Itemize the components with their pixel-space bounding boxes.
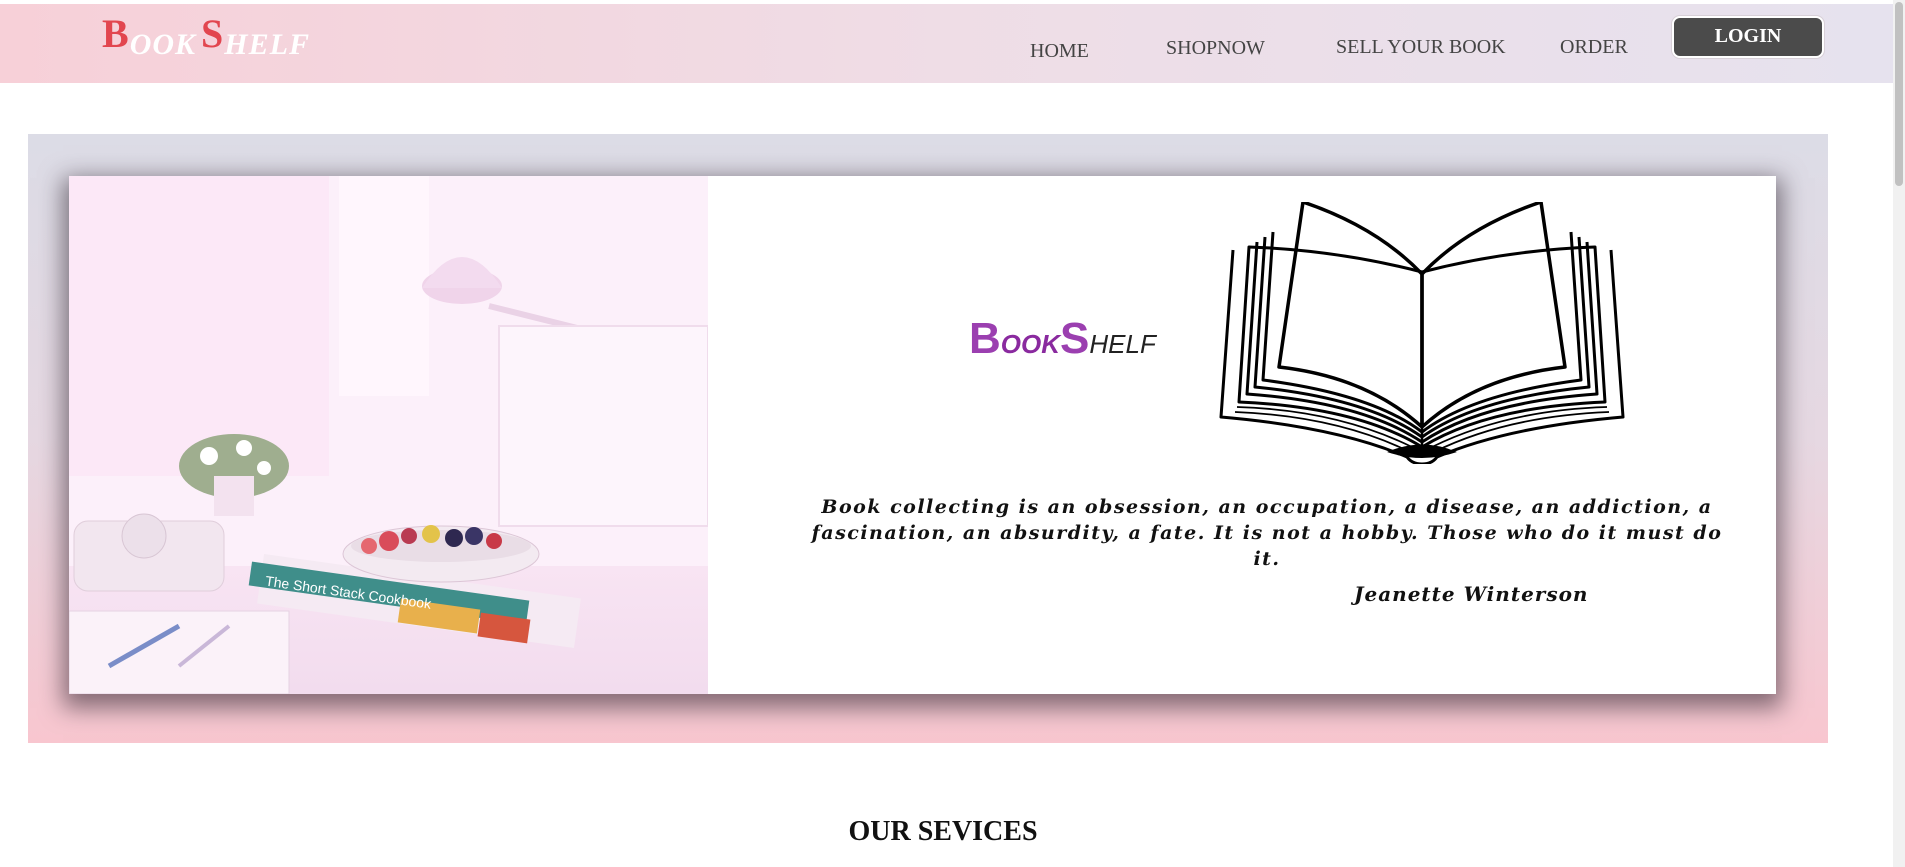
hero-brand-b: B [969,314,1001,363]
nav-home-link[interactable]: HOME [1030,40,1089,63]
page-scrollbar[interactable] [1893,0,1905,867]
top-navbar: BOOK SHELF HOME SHOPNOW SELL YOUR BOOK O… [0,4,1893,83]
nav-shopnow-link[interactable]: SHOPNOW [1166,37,1265,60]
login-button[interactable]: LOGIN [1672,16,1824,58]
hero-brand-s: S [1060,314,1090,363]
hero-desk-photo: The Short Stack Cookbook [69,176,708,694]
scrollbar-thumb[interactable] [1895,2,1903,186]
hero-brand-ook: OOK [1000,329,1061,359]
nav-links: HOME SHOPNOW SELL YOUR BOOK ORDER [0,4,1893,83]
hero-banner: The Short Stack Cookbook BOOKSHELF Book … [69,176,1776,694]
nav-sell-your-book-link[interactable]: SELL YOUR BOOK [1336,36,1506,59]
desk-scene-illustration: The Short Stack Cookbook [69,176,708,694]
services-heading: OUR SEVICES [848,816,1038,847]
open-book-icon [1219,202,1625,464]
page: BOOK SHELF HOME SHOPNOW SELL YOUR BOOK O… [0,0,1905,867]
hero-brand-helf: HELF [1089,329,1156,359]
hero-brand-logo: BOOKSHELF [969,314,1156,364]
hero-quote-author: Jeanette Winterson [1354,582,1589,606]
nav-order-link[interactable]: ORDER [1560,36,1628,59]
hero-quote: Book collecting is an obsession, an occu… [811,496,1723,570]
